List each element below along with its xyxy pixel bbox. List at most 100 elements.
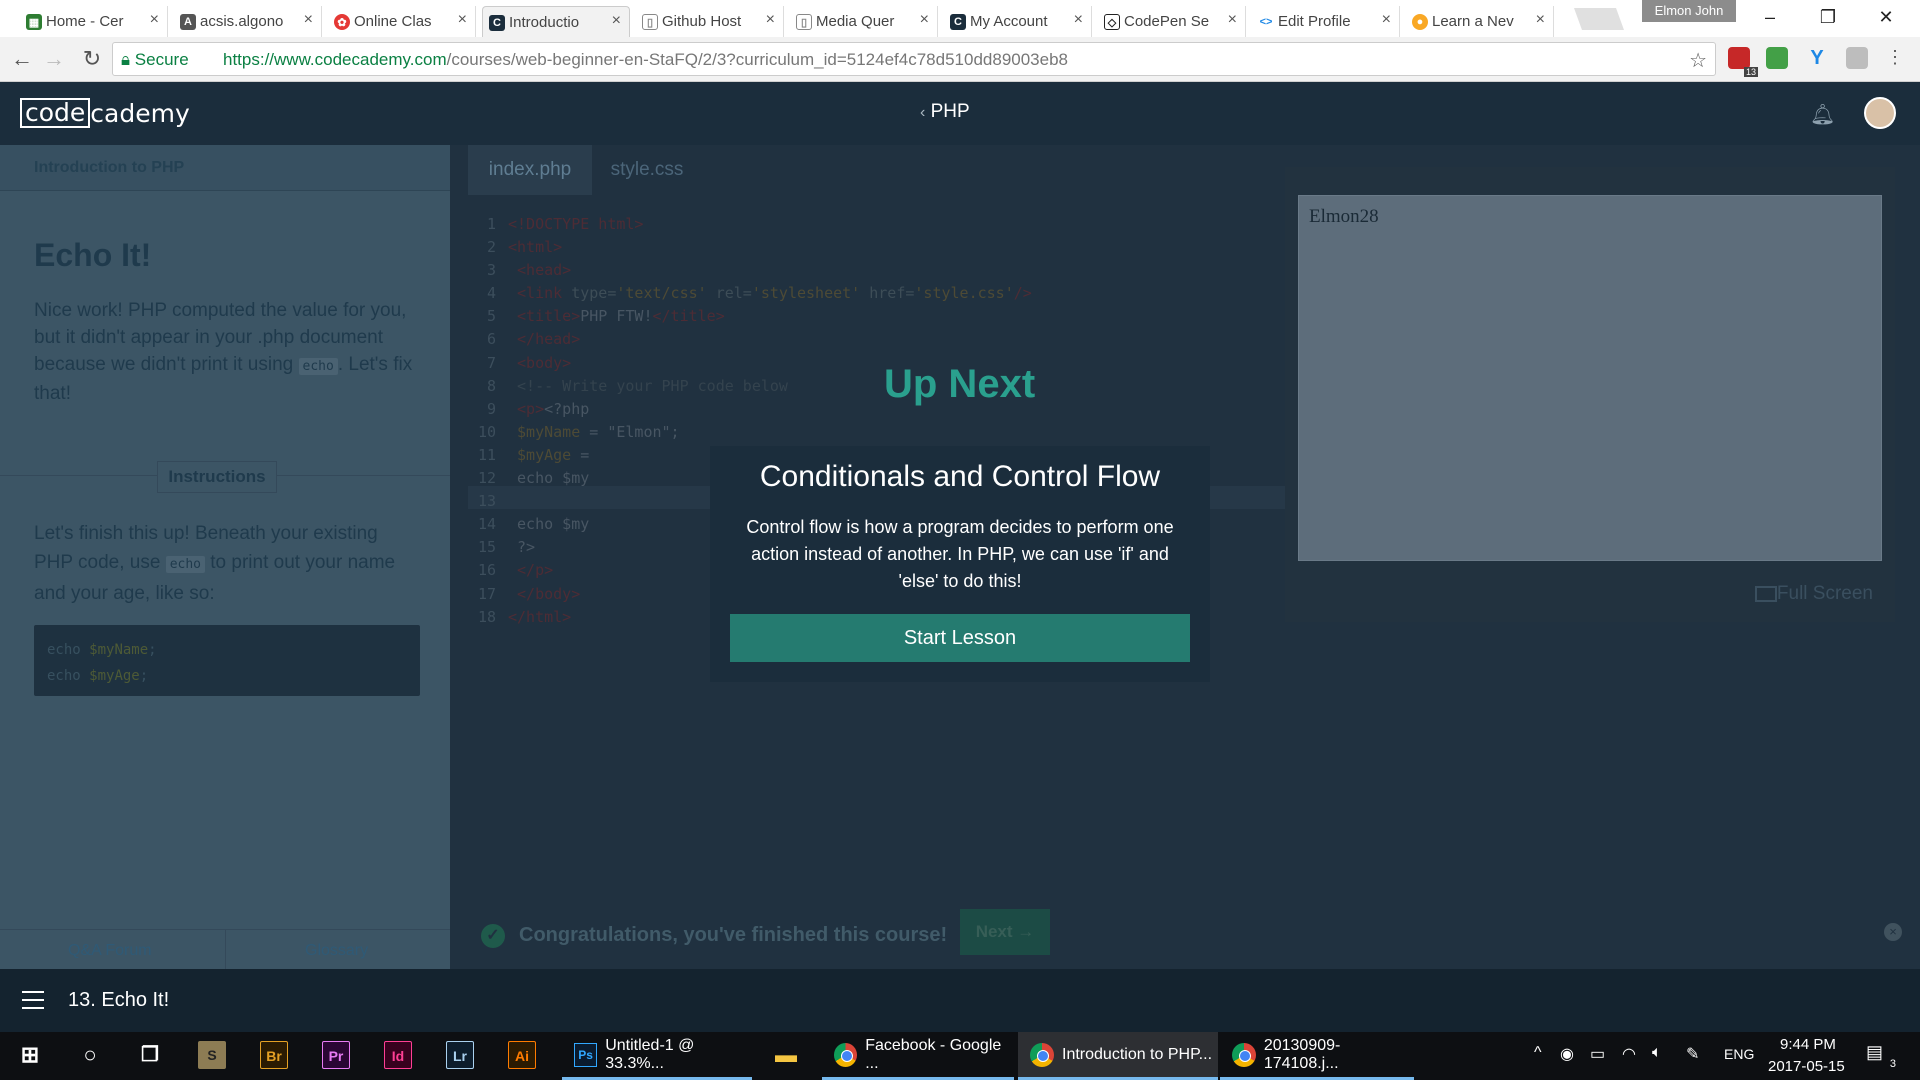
- start-lesson-button[interactable]: Start Lesson: [730, 614, 1190, 662]
- url-input[interactable]: 🔒︎ Secure https://www.codecademy.com/cou…: [112, 42, 1716, 76]
- browser-tab[interactable]: <> Edit Profile ×: [1252, 6, 1400, 37]
- pen-icon[interactable]: ✎: [1686, 1044, 1699, 1064]
- browser-tab-active[interactable]: C Introductio ×: [482, 6, 630, 37]
- illustrator-icon[interactable]: Ai: [508, 1041, 536, 1069]
- codecademy-logo[interactable]: code cademy: [20, 98, 190, 128]
- browser-tab[interactable]: A acsis.algono ×: [174, 6, 322, 37]
- windows-taskbar: ⊞ ○ ❐ S Br Pr Id Lr Ai Ps Untitled-1 @ 3…: [0, 1032, 1920, 1080]
- extension-y-icon[interactable]: Y: [1806, 47, 1828, 69]
- tray-chevron-icon[interactable]: ^: [1534, 1044, 1542, 1062]
- dismiss-icon[interactable]: ×: [1884, 923, 1902, 941]
- browser-tab[interactable]: C My Account ×: [944, 6, 1092, 37]
- premiere-icon[interactable]: Pr: [322, 1041, 350, 1069]
- browser-tab[interactable]: ▯ Github Host ×: [636, 6, 784, 37]
- back-arrow-icon[interactable]: ←: [8, 45, 36, 73]
- up-next-heading: Up Next: [884, 362, 1036, 406]
- line-number: 5: [486, 307, 496, 326]
- line-number: 16: [477, 561, 496, 580]
- tab-label: acsis.algono: [200, 13, 284, 30]
- example-line: echo $myName;: [47, 642, 157, 658]
- close-icon[interactable]: ×: [766, 11, 775, 29]
- fullscreen-label: Full Screen: [1776, 583, 1873, 604]
- tab-index-php[interactable]: index.php: [468, 145, 592, 195]
- close-icon[interactable]: ×: [304, 11, 313, 29]
- reload-icon[interactable]: ↻: [78, 45, 106, 73]
- profile-chip[interactable]: Elmon John: [1642, 0, 1736, 22]
- logo-rest: cademy: [90, 98, 190, 128]
- divider: [225, 930, 226, 970]
- battery-icon[interactable]: ▭: [1590, 1044, 1605, 1064]
- close-icon[interactable]: ×: [1536, 11, 1545, 29]
- fullscreen-icon: [1755, 586, 1777, 602]
- steam-icon[interactable]: ◉: [1560, 1044, 1574, 1064]
- modal-title: Conditionals and Control Flow: [759, 460, 1161, 493]
- taskbar-app-photoshop[interactable]: Ps Untitled-1 @ 33.3%...: [562, 1032, 752, 1080]
- instructions-text: Let's finish this up! Beneath your exist…: [34, 519, 420, 608]
- lesson-title: Echo It!: [34, 237, 152, 273]
- clock-date[interactable]: 2017-05-15: [1768, 1058, 1845, 1075]
- secure-indicator[interactable]: 🔒︎ Secure: [121, 50, 189, 70]
- windows-start-icon[interactable]: ⊞: [16, 1041, 44, 1069]
- notification-bell-icon[interactable]: 🔔︎: [1810, 102, 1835, 126]
- tab-style-css[interactable]: style.css: [592, 145, 702, 195]
- clock-time[interactable]: 9:44 PM: [1780, 1036, 1836, 1053]
- action-center-icon[interactable]: ▤ 3: [1866, 1042, 1896, 1070]
- menu-dots-icon[interactable]: ⋮: [1884, 47, 1906, 69]
- forward-arrow-icon[interactable]: →: [40, 45, 68, 73]
- indesign-icon[interactable]: Id: [384, 1041, 412, 1069]
- search-circle-icon[interactable]: ○: [76, 1041, 104, 1069]
- close-icon[interactable]: ×: [1228, 11, 1237, 29]
- close-icon[interactable]: ×: [1074, 11, 1083, 29]
- close-icon[interactable]: ×: [150, 11, 159, 29]
- tab-label: Github Host: [662, 13, 742, 30]
- minimize-icon[interactable]: –: [1750, 4, 1790, 30]
- bookmark-star-icon[interactable]: ☆: [1689, 48, 1707, 73]
- line-number: 18: [477, 607, 496, 626]
- completion-bar: ✓ Congratulations, you've finished this …: [450, 906, 1920, 969]
- language-indicator[interactable]: ENG: [1724, 1046, 1754, 1062]
- preview-output: Elmon28: [1309, 206, 1379, 227]
- bridge-icon[interactable]: Br: [260, 1041, 288, 1069]
- volume-icon[interactable]: 🔈︎: [1652, 1044, 1662, 1062]
- browser-tab[interactable]: ● Learn a Nev ×: [1406, 6, 1554, 37]
- extension-green-icon[interactable]: [1766, 47, 1788, 69]
- task-view-icon[interactable]: ❐: [136, 1041, 164, 1069]
- browser-tab[interactable]: ✿ Online Clas ×: [328, 6, 476, 37]
- browser-tab[interactable]: ◇ CodePen Se ×: [1098, 6, 1246, 37]
- wifi-icon[interactable]: ◠: [1622, 1044, 1636, 1064]
- avatar[interactable]: [1864, 97, 1896, 129]
- sublime-icon[interactable]: S: [198, 1041, 226, 1069]
- tab-label: Media Quer: [816, 13, 895, 30]
- browser-tab[interactable]: ▦ Home - Cer ×: [20, 6, 168, 37]
- browser-tab[interactable]: ▯ Media Quer ×: [790, 6, 938, 37]
- close-icon[interactable]: ×: [920, 11, 929, 29]
- new-tab-button[interactable]: [1573, 8, 1625, 30]
- hamburger-menu-icon[interactable]: [22, 991, 44, 1009]
- completion-message: Congratulations, you've finished this co…: [519, 924, 948, 946]
- close-icon[interactable]: ×: [458, 11, 467, 29]
- lightroom-icon[interactable]: Lr: [446, 1041, 474, 1069]
- course-title-link[interactable]: ‹ PHP: [920, 101, 970, 123]
- taskbar-app-chrome[interactable]: Facebook - Google ...: [822, 1032, 1014, 1080]
- line-number: 15: [477, 538, 496, 557]
- close-icon[interactable]: ×: [612, 12, 621, 30]
- qa-forum-link[interactable]: Q&A Forum: [68, 942, 152, 960]
- extension-shield-icon[interactable]: 13: [1728, 47, 1758, 77]
- extension-gray-icon[interactable]: [1846, 47, 1868, 69]
- window-close-icon[interactable]: ✕: [1866, 4, 1906, 30]
- lesson-intro: Nice work! PHP computed the value for yo…: [34, 297, 420, 407]
- line-number: 11: [477, 445, 496, 464]
- preview-frame[interactable]: Elmon28: [1298, 195, 1882, 561]
- taskbar-app-chrome-active[interactable]: Introduction to PHP...: [1018, 1032, 1218, 1080]
- restore-icon[interactable]: ❐: [1808, 4, 1848, 30]
- fullscreen-button[interactable]: Full Screen: [1745, 575, 1883, 613]
- taskbar-app-chrome[interactable]: 20130909-174108.j...: [1220, 1032, 1414, 1080]
- chevron-left-icon: ‹: [920, 104, 926, 121]
- grid-logo-icon: ▦: [26, 14, 42, 30]
- line-number: 8: [486, 376, 496, 395]
- glossary-link[interactable]: Glossary: [305, 942, 368, 960]
- file-explorer-icon[interactable]: ▬: [772, 1041, 800, 1069]
- close-icon[interactable]: ×: [1382, 11, 1391, 29]
- next-button[interactable]: Next →: [960, 909, 1050, 955]
- extension-badge: 13: [1743, 67, 1758, 77]
